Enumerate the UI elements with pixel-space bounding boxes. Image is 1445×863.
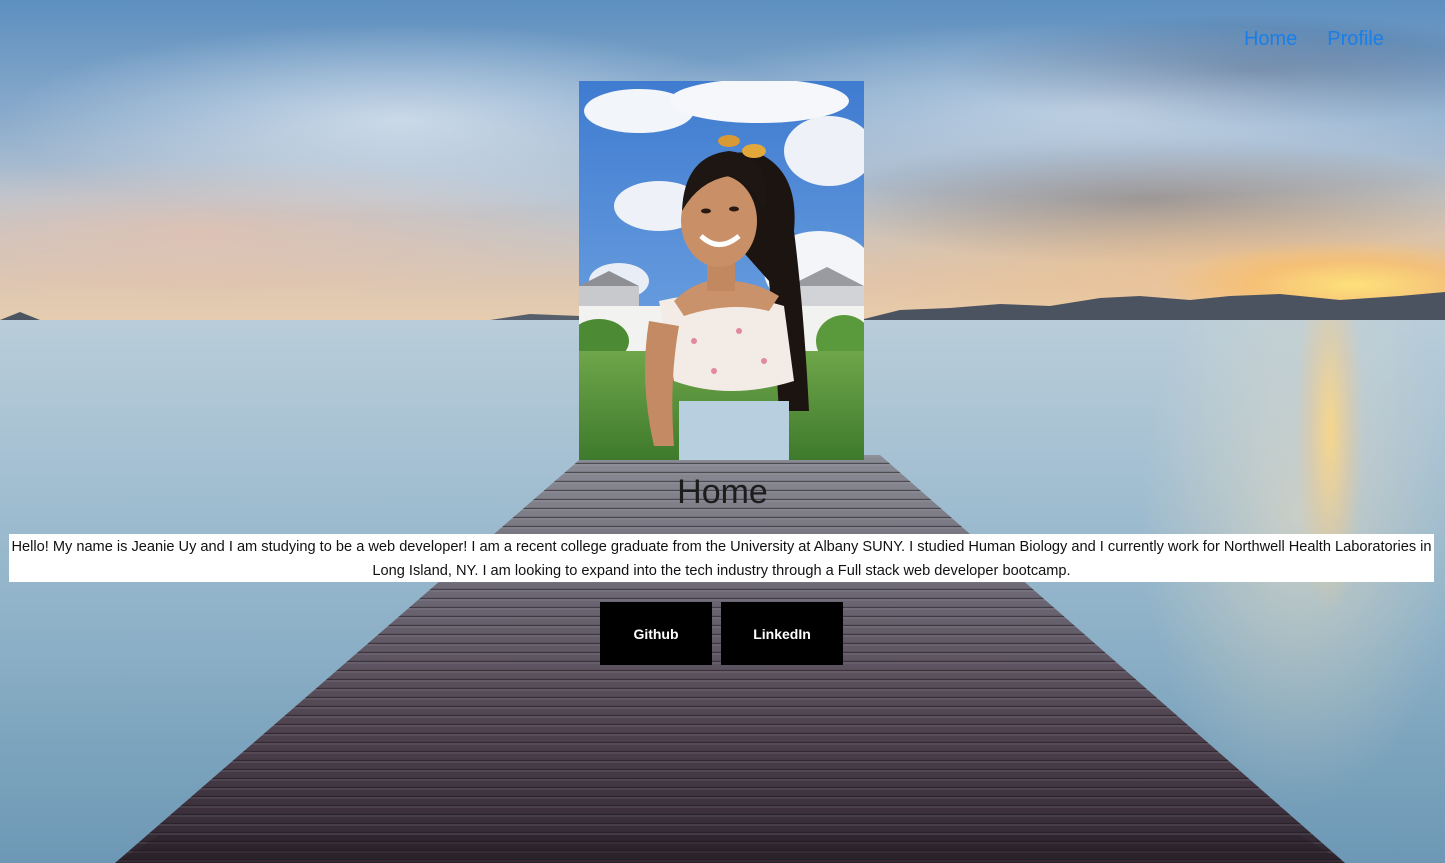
nav-home-link[interactable]: Home: [1244, 26, 1297, 52]
top-nav: Home Profile: [1244, 26, 1384, 52]
linkedin-button[interactable]: LinkedIn: [721, 602, 843, 665]
intro-text: Hello! My name is Jeanie Uy and I am stu…: [9, 534, 1434, 582]
github-button[interactable]: Github: [600, 602, 712, 665]
page-title: Home: [677, 473, 768, 511]
nav-profile-link[interactable]: Profile: [1327, 26, 1384, 52]
page: Home Profile Home Hello! My name is Jean…: [0, 0, 1445, 863]
profile-photo: [579, 81, 864, 460]
